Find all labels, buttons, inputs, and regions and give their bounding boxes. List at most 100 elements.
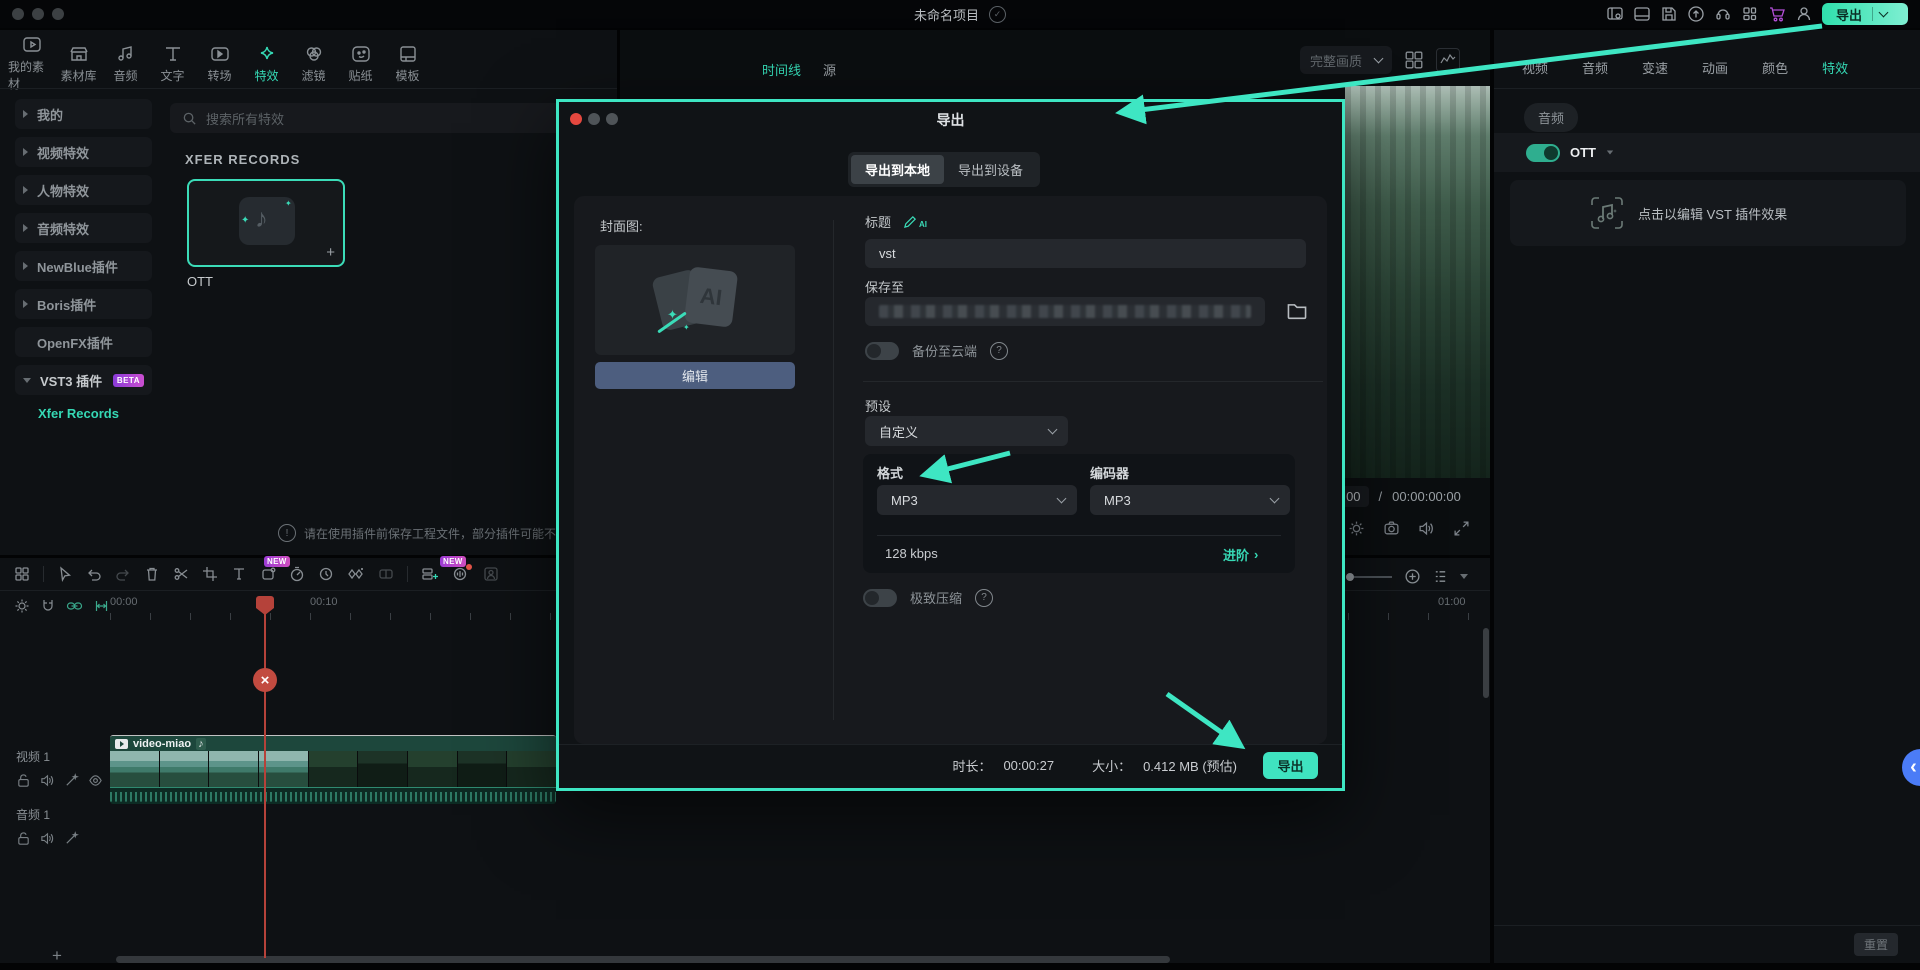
audio-split-icon[interactable] [421, 566, 439, 582]
export-button[interactable]: 导出 [1822, 3, 1908, 25]
vst-edit-card[interactable]: 点击以编辑 VST 插件效果 [1510, 180, 1906, 246]
nav-transition[interactable]: 转场 [196, 45, 243, 84]
track-manager-icon[interactable] [1433, 569, 1448, 584]
ai-title-pencil-icon[interactable]: AI [903, 214, 927, 229]
track-hide-eye-icon[interactable] [88, 773, 103, 788]
category-vst3[interactable]: VST3 插件BETA [15, 365, 152, 395]
tab-effects[interactable]: 特效 [1822, 58, 1848, 77]
horizontal-scrollbar[interactable] [116, 956, 1170, 963]
undo-icon[interactable] [86, 566, 102, 582]
tab-animation[interactable]: 动画 [1702, 58, 1728, 77]
format-dropdown[interactable]: MP3 [877, 485, 1077, 515]
nav-text[interactable]: 文字 [149, 45, 196, 84]
redo-icon[interactable] [115, 566, 131, 582]
window-minimize-icon[interactable] [32, 8, 44, 20]
category-newblue[interactable]: NewBlue插件 [15, 251, 152, 281]
ott-toggle[interactable] [1526, 144, 1560, 162]
vertical-scrollbar[interactable] [1483, 628, 1489, 698]
window-close-icon[interactable] [12, 8, 24, 20]
support-headset-icon[interactable] [1714, 5, 1732, 23]
nav-effects[interactable]: 特效 [243, 45, 290, 84]
add-icon[interactable]: + [326, 244, 335, 261]
cart-icon[interactable] [1768, 5, 1786, 23]
playhead-marker-badge[interactable]: × [253, 668, 277, 692]
caret-down-icon[interactable] [1607, 151, 1613, 155]
category-person-fx[interactable]: 人物特效 [15, 175, 152, 205]
speed-icon[interactable] [289, 566, 305, 582]
help-icon[interactable]: ? [990, 342, 1008, 360]
zoom-slider[interactable] [1346, 573, 1392, 581]
character-tracking-icon[interactable] [483, 566, 499, 582]
tab-export-device[interactable]: 导出到设备 [944, 155, 1037, 184]
add-track-icon[interactable]: + [52, 946, 62, 966]
scopes-icon[interactable] [1436, 48, 1460, 72]
title-input[interactable]: vst [865, 239, 1306, 268]
browse-folder-icon[interactable] [1286, 300, 1308, 322]
advanced-link[interactable]: 进阶 › [1223, 545, 1258, 564]
keyframe-icon[interactable] [347, 566, 365, 582]
account-icon[interactable] [1795, 5, 1813, 23]
apps-grid-icon[interactable] [1741, 5, 1759, 23]
track-mute-speaker-icon[interactable] [40, 831, 55, 846]
select-pointer-icon[interactable] [57, 566, 73, 582]
edit-cover-button[interactable]: 编辑 [595, 362, 795, 389]
ai-voice-icon[interactable]: NEW [452, 566, 470, 582]
save-path-input[interactable] [865, 297, 1265, 326]
tab-source[interactable]: 源 [823, 60, 836, 79]
tab-audio[interactable]: 音频 [1582, 58, 1608, 77]
time-ruler-right[interactable] [1348, 613, 1488, 620]
track-lock-icon[interactable] [16, 831, 31, 846]
snapshot-camera-icon[interactable] [1383, 520, 1400, 537]
transform-icon[interactable]: NEW [260, 566, 276, 582]
caret-down-icon[interactable] [1460, 574, 1468, 579]
track-mute-speaker-icon[interactable] [40, 773, 55, 788]
category-boris[interactable]: Boris插件 [15, 289, 152, 319]
encoder-dropdown[interactable]: MP3 [1090, 485, 1290, 515]
window-zoom-icon[interactable] [52, 8, 64, 20]
timeline-layout-icon[interactable] [14, 566, 30, 582]
quality-dropdown[interactable]: 完整画质 [1300, 46, 1392, 74]
help-icon[interactable]: ? [975, 589, 993, 607]
workspace-icon[interactable] [1606, 5, 1624, 23]
save-icon[interactable] [1660, 5, 1678, 23]
tab-export-local[interactable]: 导出到本地 [851, 155, 944, 184]
delete-trash-icon[interactable] [144, 566, 160, 582]
timeline-clip[interactable]: video-miao ♪ [110, 735, 556, 804]
nav-filters[interactable]: 滤镜 [290, 45, 337, 84]
compress-toggle[interactable] [863, 589, 897, 607]
category-video-fx[interactable]: 视频特效 [15, 137, 152, 167]
ripple-edit-icon[interactable] [93, 598, 110, 614]
tab-video[interactable]: 视频 [1522, 58, 1548, 77]
cloud-upload-icon[interactable] [1687, 5, 1705, 23]
fullscreen-icon[interactable] [1453, 520, 1470, 537]
nav-my-media[interactable]: 我的素材 [8, 36, 55, 92]
audio-group-chip[interactable]: 音频 [1524, 103, 1578, 132]
track-lock-icon[interactable] [16, 773, 31, 788]
cover-thumbnail[interactable]: AI ✦ ✦ [595, 245, 795, 355]
crop-icon[interactable] [202, 566, 218, 582]
nav-stock[interactable]: 素材库 [55, 45, 102, 84]
volume-speaker-icon[interactable] [1418, 520, 1435, 537]
reset-button[interactable]: 重置 [1854, 933, 1898, 956]
tab-timeline[interactable]: 时间线 [762, 60, 801, 79]
preset-dropdown[interactable]: 自定义 [865, 416, 1068, 446]
snap-magnet-icon[interactable] [40, 598, 56, 614]
link-clips-icon[interactable] [66, 598, 83, 614]
split-scissors-icon[interactable] [173, 566, 189, 582]
category-audio-fx[interactable]: 音频特效 [15, 213, 152, 243]
playhead[interactable] [264, 598, 266, 958]
time-ruler[interactable] [110, 613, 556, 620]
text-tool-icon[interactable] [231, 566, 247, 582]
dialog-export-button[interactable]: 导出 [1263, 752, 1318, 779]
export-dropdown-chevron-icon[interactable] [1879, 8, 1889, 18]
timeline-settings-gear-icon[interactable] [14, 598, 30, 614]
duration-clock-icon[interactable] [318, 566, 334, 582]
cloud-backup-toggle[interactable] [865, 342, 899, 360]
track-wand-icon[interactable] [64, 831, 79, 846]
nav-templates[interactable]: 模板 [384, 45, 431, 84]
nav-audio[interactable]: 音频 [102, 45, 149, 84]
track-wand-icon[interactable] [64, 773, 79, 788]
nav-stickers[interactable]: 贴纸 [337, 45, 384, 84]
grid-view-icon[interactable] [1404, 50, 1424, 70]
layout-icon[interactable] [1633, 5, 1651, 23]
